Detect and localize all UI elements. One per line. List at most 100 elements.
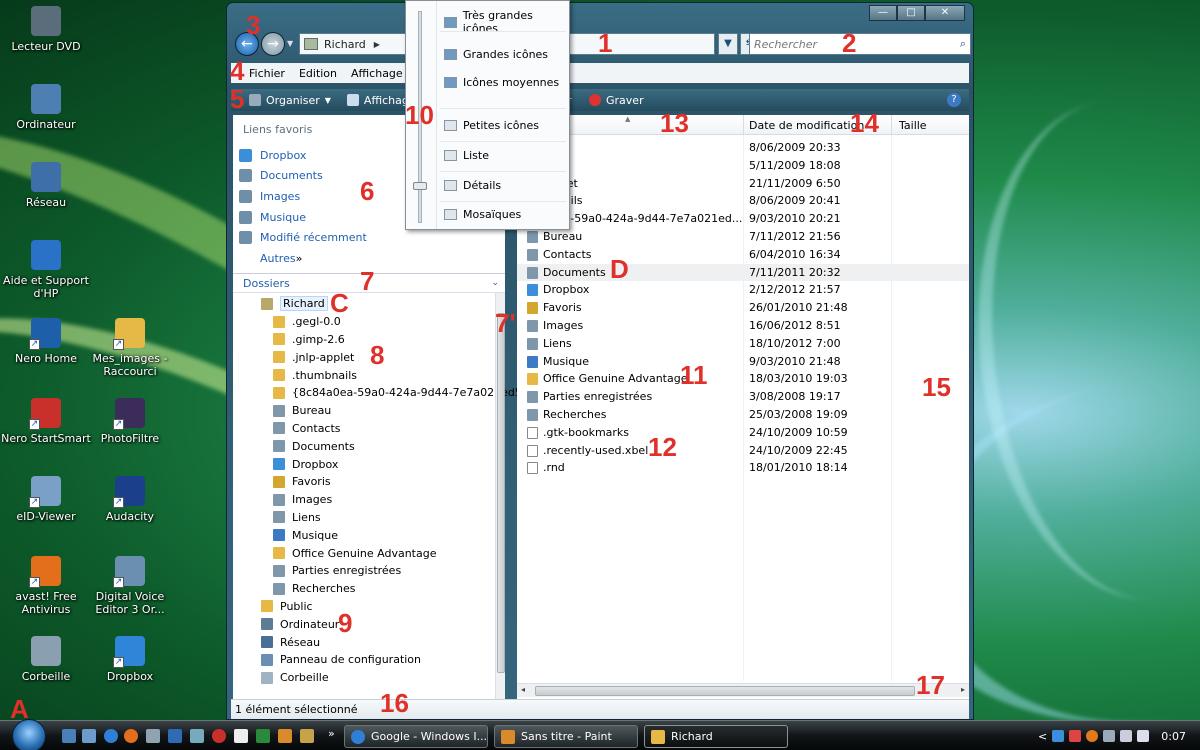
file-row[interactable]: Dropbox 2/12/2012 21:57 (517, 281, 969, 299)
desktop-icon[interactable]: Aide et Support d'HP (0, 240, 92, 300)
search-input[interactable]: Rechercher ⌕ (749, 33, 971, 55)
tree-node[interactable]: Panneau de configuration (233, 651, 495, 669)
tree-node[interactable]: Musique (233, 526, 495, 544)
desktop-icon[interactable]: Réseau (0, 162, 92, 209)
paint-icon[interactable] (278, 729, 292, 743)
dropbox-tray-icon[interactable] (1052, 730, 1065, 742)
view-option[interactable]: Icônes moyennes (444, 76, 559, 89)
desktop-icon[interactable]: ↗ Nero Home (0, 318, 92, 365)
file-row[interactable]: .0.0 8/06/2009 20:33 (517, 139, 969, 157)
favorite-link[interactable]: Images (239, 186, 367, 207)
desktop-icon[interactable]: ↗ PhotoFiltre (84, 398, 176, 445)
tree-node[interactable]: Office Genuine Advantage (233, 544, 495, 562)
file-row[interactable]: Liens 18/10/2012 7:00 (517, 335, 969, 353)
tree-node[interactable]: Documents (233, 437, 495, 455)
file-row[interactable]: Documents 7/11/2011 20:32 (517, 263, 969, 282)
show-desktop-icon[interactable] (62, 729, 76, 743)
help-icon[interactable]: ? (947, 93, 961, 107)
view-option[interactable]: Mosaïques (444, 208, 521, 221)
column-divider[interactable] (743, 115, 744, 135)
taskbar-button-paint[interactable]: Sans titre - Paint (494, 725, 638, 748)
column-divider[interactable] (891, 115, 892, 135)
column-size[interactable]: Taille (899, 119, 927, 132)
desktop-icon[interactable]: ↗ Dropbox (84, 636, 176, 683)
tree-node[interactable]: Ordinateur (233, 615, 495, 633)
file-row[interactable]: Bureau 7/11/2012 21:56 (517, 228, 969, 246)
tree-node[interactable]: Images (233, 491, 495, 509)
scrollbar-thumb[interactable] (497, 313, 505, 673)
file-row[interactable]: Images 16/06/2012 8:51 (517, 317, 969, 335)
desktop-icon[interactable]: ↗ eID-Viewer (0, 476, 92, 523)
tree-node[interactable]: Recherches (233, 580, 495, 598)
view-option[interactable]: Liste (444, 149, 489, 162)
desktop-icon[interactable]: Ordinateur (0, 84, 92, 131)
more-quicklaunch-icon[interactable]: » (328, 727, 335, 740)
search-icon[interactable]: ⌕ (960, 37, 966, 51)
tree-node[interactable]: Corbeille (233, 669, 495, 687)
file-row[interactable]: .rnd 18/01/2010 18:14 (517, 459, 969, 477)
breadcrumb[interactable]: Richard (324, 38, 366, 51)
favorites-more-link[interactable]: Autres » (260, 248, 367, 269)
app-icon[interactable] (234, 729, 248, 743)
tree-node[interactable]: .jnlp-applet (233, 348, 495, 366)
view-option[interactable]: Détails (444, 179, 501, 192)
tree-node[interactable]: Public (233, 598, 495, 616)
file-row[interactable]: Favoris 26/01/2010 21:48 (517, 299, 969, 317)
taskbar-button-richard[interactable]: Richard (644, 725, 788, 748)
view-option[interactable]: Petites icônes (444, 119, 539, 132)
tree-node[interactable]: {8c84a0ea-59a0-424a-9d44-7e7a021ed520} (233, 384, 543, 402)
favorite-link[interactable]: Modifié récemment (239, 227, 367, 248)
column-modified[interactable]: Date de modification (749, 119, 864, 132)
favorite-link[interactable]: Dropbox (239, 145, 367, 166)
app-icon[interactable] (300, 729, 314, 743)
connection-tray-icon[interactable] (1120, 730, 1133, 742)
forward-button[interactable]: → (261, 32, 285, 56)
horizontal-scrollbar[interactable]: ◂ ▸ (517, 683, 969, 697)
tree-node[interactable]: Contacts (233, 420, 495, 438)
file-row[interactable]: Musique 9/03/2010 21:48 (517, 353, 969, 371)
tree-node[interactable]: .gimp-2.6 (233, 331, 495, 349)
volume-icon[interactable] (1137, 730, 1150, 742)
menu-edition[interactable]: Edition (299, 67, 337, 80)
maximize-button[interactable]: □ (897, 5, 925, 21)
breadcrumb-chevron-icon[interactable]: ▶ (374, 40, 380, 49)
tree-node[interactable]: Bureau (233, 402, 495, 420)
ie-icon[interactable] (104, 729, 118, 743)
file-row[interactable]: Parties enregistrées 3/08/2008 19:17 (517, 388, 969, 406)
burn-button[interactable]: Graver (589, 94, 644, 107)
history-dropdown-icon[interactable]: ▼ (287, 39, 293, 48)
file-row[interactable]: applet 21/11/2009 6:50 (517, 175, 969, 193)
tree-node[interactable]: Dropbox (233, 455, 495, 473)
desktop-icon[interactable]: ↗ Audacity (84, 476, 176, 523)
start-button[interactable] (12, 719, 46, 750)
firefox-icon[interactable] (124, 729, 138, 743)
tray-chevron-icon[interactable]: < (1038, 730, 1047, 743)
file-row[interactable]: nbnails 8/06/2009 20:41 (517, 192, 969, 210)
file-row[interactable]: Recherches 25/03/2008 19:09 (517, 406, 969, 424)
tray-app-icon[interactable] (1069, 730, 1082, 742)
switch-windows-icon[interactable] (82, 729, 96, 743)
favorite-link[interactable]: Documents (239, 166, 367, 187)
tree-node[interactable]: Liens (233, 509, 495, 527)
scrollbar-thumb[interactable] (535, 686, 915, 696)
organize-button[interactable]: Organiser ▼ (249, 94, 331, 107)
avast-tray-icon[interactable] (1086, 730, 1099, 742)
app-icon[interactable] (256, 729, 270, 743)
file-row[interactable]: -2.6 5/11/2009 18:08 (517, 157, 969, 175)
address-dropdown-button[interactable]: ▼ (718, 33, 738, 55)
app-icon[interactable] (212, 729, 226, 743)
taskbar-button-google[interactable]: Google - Windows I... (344, 725, 488, 748)
desktop-icon[interactable]: ↗ Nero StartSmart (0, 398, 92, 445)
file-row[interactable]: Office Genuine Advantage 18/03/2010 19:03 (517, 370, 969, 388)
menu-fichier[interactable]: Fichier (249, 67, 285, 80)
scroll-left-icon[interactable]: ◂ (521, 685, 525, 694)
file-row[interactable]: .gtk-bookmarks 24/10/2009 10:59 (517, 424, 969, 442)
menu-affichage[interactable]: Affichage (351, 67, 403, 80)
network-tray-icon[interactable] (1103, 730, 1116, 742)
desktop-icon[interactable]: Corbeille (0, 636, 92, 683)
desktop-icon[interactable]: ↗ Mes_images - Raccourci (84, 318, 176, 378)
app-icon[interactable] (190, 729, 204, 743)
tree-scrollbar[interactable] (495, 293, 505, 699)
file-row[interactable]: .recently-used.xbel 24/10/2009 22:45 (517, 442, 969, 460)
tree-node[interactable]: Richard (233, 295, 495, 313)
